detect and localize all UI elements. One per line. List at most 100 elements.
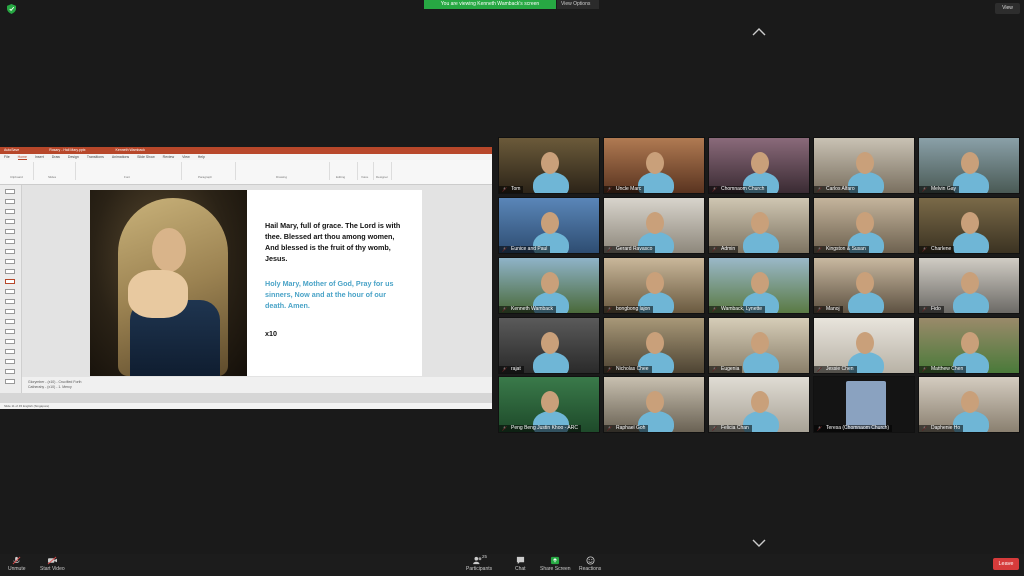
ribbon-group-voice[interactable]: Voice [360,162,374,180]
participant-tile[interactable]: Admin [708,197,810,254]
shared-screen: AutoSave Rosary - Hail Mary.pptx Kenneth… [0,147,492,409]
share-screen-label: Share Screen [540,566,571,572]
tab-help[interactable]: Help [198,155,205,159]
slide-thumbnail[interactable] [5,239,15,244]
participant-name: rajat [499,366,524,373]
participant-tile[interactable]: Kingston & Susan [813,197,915,254]
view-button[interactable]: View [995,3,1020,14]
slide-thumbnail[interactable] [5,359,15,364]
participant-face [541,212,559,234]
slide-thumbnail[interactable] [5,219,15,224]
slide-thumbnail[interactable] [5,199,15,204]
slide-thumbnail[interactable] [5,379,15,384]
speaker-notes[interactable]: Glorymber - (x10) - Crucified Forth Cath… [22,377,492,393]
participant-face [856,332,874,354]
reactions-button[interactable]: Reactions [579,556,601,572]
leave-button[interactable]: Leave [993,558,1019,570]
participant-face [751,152,769,174]
slide-thumbnail[interactable] [5,229,15,234]
participant-tile[interactable]: Daphenie Ho [918,376,1020,433]
participant-name: Teresa (Chomnaom Church) [814,425,893,432]
ribbon-group-paragraph[interactable]: Paragraph [184,162,236,180]
tab-view[interactable]: View [182,155,190,159]
reactions-label: Reactions [579,566,602,572]
ribbon-group-slides[interactable]: Slides [36,162,76,180]
slide-thumbnail[interactable] [5,209,15,214]
participant-face [751,391,769,413]
participant-tile[interactable]: Raphael Goh [603,376,705,433]
chat-icon [516,556,524,565]
slide-thumbnail[interactable] [5,299,15,304]
participant-tile[interactable]: Nicholas Chee [603,317,705,374]
unmute-button[interactable]: Unmute [8,556,26,572]
slide-thumbnail[interactable] [5,329,15,334]
chat-button[interactable]: Chat [515,556,526,572]
participant-tile[interactable]: Melvin Gay [918,137,1020,194]
slide-thumbnail[interactable] [5,349,15,354]
participant-tile[interactable]: Fido [918,257,1020,314]
participant-tile[interactable]: Chomnaom Church [708,137,810,194]
slide-thumbnail[interactable] [5,289,15,294]
madonna-painting [90,190,247,376]
tab-file[interactable]: File [4,155,10,159]
security-shield-icon[interactable] [7,4,16,14]
gallery-page-down-icon[interactable] [752,539,766,547]
ribbon-group-editing[interactable]: Editing [332,162,358,180]
ribbon-group-font[interactable]: Font [78,162,182,180]
participant-tile[interactable]: Felicia Chan [708,376,810,433]
tab-draw[interactable]: Draw [52,155,60,159]
participant-tile[interactable]: Eugenia [708,317,810,374]
tab-design[interactable]: Design [68,155,79,159]
participant-tile[interactable]: Jessie Chen [813,317,915,374]
view-options-button[interactable]: View Options [557,0,599,9]
reactions-icon [586,556,595,565]
participant-name: Jessie Chen [814,366,857,373]
participant-tile[interactable]: Gerard Ravasco [603,197,705,254]
start-video-button[interactable]: Start Video [40,556,65,572]
participant-tile[interactable]: Tom [498,137,600,194]
tab-insert[interactable]: Insert [35,155,44,159]
participant-tile[interactable]: rajat [498,317,600,374]
participant-tile[interactable]: Uncle Marc [603,137,705,194]
slide-thumbnail[interactable] [5,369,15,374]
slide-thumbnail[interactable] [5,249,15,254]
slide-thumbnail[interactable] [5,269,15,274]
participant-tile[interactable]: Teresa (Chomnaom Church) [813,376,915,433]
participant-tile[interactable]: bongbong lajon [603,257,705,314]
participants-button[interactable]: Participants [466,556,492,572]
slide-thumbnail[interactable] [5,339,15,344]
participant-tile[interactable]: Manoj [813,257,915,314]
participant-video [848,292,884,313]
slide-thumbnail[interactable] [5,259,15,264]
current-slide[interactable]: Hail Mary, full of grace. The Lord is wi… [90,190,422,376]
participant-video [743,232,779,253]
tab-animations[interactable]: Animations [112,155,129,159]
slide-text-box[interactable]: Hail Mary, full of grace. The Lord is wi… [247,190,422,376]
participant-tile[interactable]: Eunice and Paul [498,197,600,254]
start-video-label: Start Video [40,566,65,572]
slide-thumbnail[interactable] [5,309,15,314]
participant-name: Felicia Chan [709,425,752,432]
slide-thumbnail[interactable] [5,189,15,194]
participant-tile[interactable]: Peng Beng Justin Khoo - ARC [498,376,600,433]
participant-tile[interactable]: Kenneth Wamback [498,257,600,314]
tab-home[interactable]: Home [17,155,27,160]
ribbon-group-drawing[interactable]: Drawing [238,162,330,180]
gallery-page-up-icon[interactable] [752,28,766,36]
slide-thumbnail-pane[interactable] [0,185,22,393]
slide-thumbnail[interactable] [5,319,15,324]
ribbon-group-designer[interactable]: Designer [376,162,392,180]
participant-face [541,332,559,354]
slide-thumbnail-selected[interactable] [5,279,15,284]
participant-tile[interactable]: Matthew Chen [918,317,1020,374]
tab-review[interactable]: Review [163,155,174,159]
share-screen-button[interactable]: Share Screen [540,556,571,572]
participant-name: Charlene [919,246,955,253]
tab-transitions[interactable]: Transitions [87,155,104,159]
participant-tile[interactable]: Wamback, Lynette [708,257,810,314]
video-off-icon [47,556,57,565]
participant-tile[interactable]: Carlos Alfaro [813,137,915,194]
participant-tile[interactable]: Charlene [918,197,1020,254]
ribbon-group-clipboard[interactable]: Clipboard [4,162,34,180]
tab-slide-show[interactable]: Slide Show [137,155,155,159]
